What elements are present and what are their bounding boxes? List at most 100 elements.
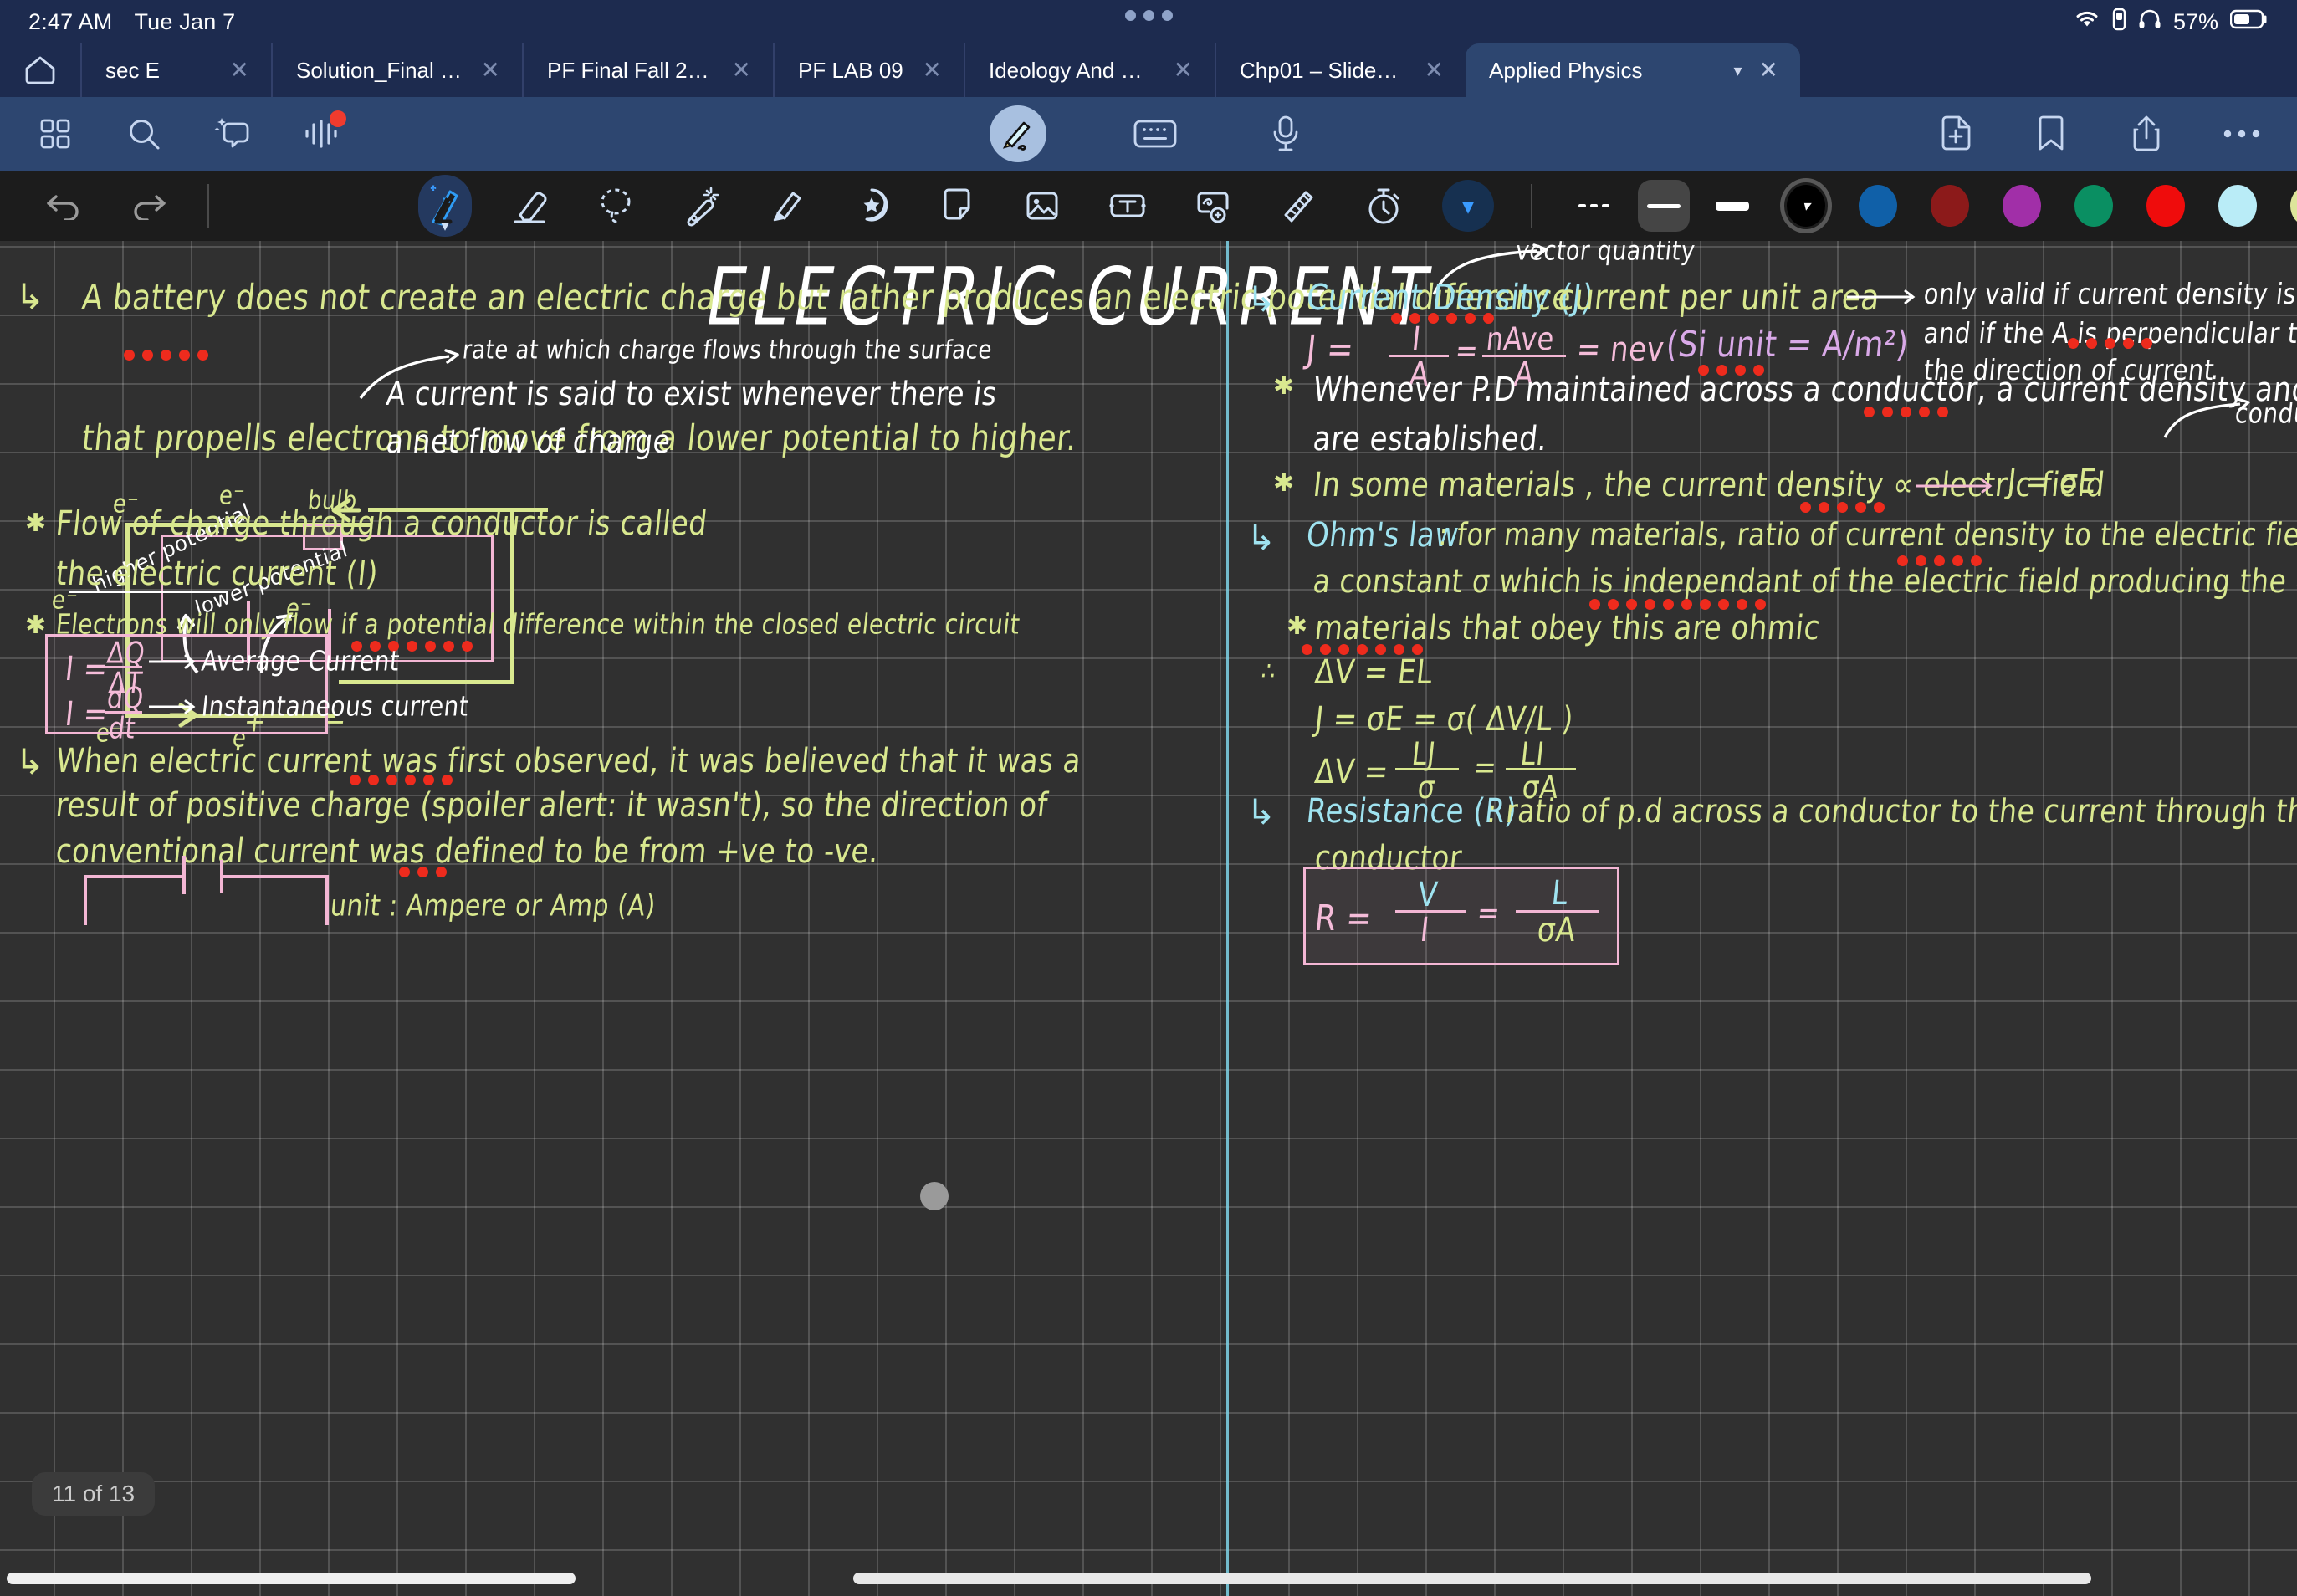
text-tool[interactable] bbox=[1101, 179, 1154, 233]
highlighter-tool[interactable] bbox=[760, 179, 813, 233]
eq-J-equals-1: = bbox=[1454, 332, 1481, 370]
tab-label: Applied Physics bbox=[1489, 58, 1720, 84]
annotation-conductivity: conductivity bbox=[2233, 397, 2297, 430]
more-icon[interactable] bbox=[2220, 112, 2264, 156]
bluetooth-icon: ᛭ bbox=[428, 180, 438, 199]
redo-icon[interactable] bbox=[122, 179, 176, 233]
color-swatch-black[interactable]: ▾ bbox=[1780, 180, 1832, 232]
formula-2-arrow bbox=[149, 698, 201, 716]
search-icon[interactable] bbox=[122, 112, 166, 156]
microphone-icon[interactable] bbox=[1264, 112, 1307, 156]
arrow-hook-icon: ↳ bbox=[15, 276, 44, 317]
tab-5[interactable]: Chp01 – Slides Ms.Ra… ✕ bbox=[1215, 43, 1466, 97]
tab-label: Ideology And Constit… bbox=[989, 58, 1157, 84]
red-dots-perp bbox=[2068, 338, 2152, 349]
tab-6-active[interactable]: Applied Physics ▾ ✕ bbox=[1466, 43, 1800, 97]
pen-icon[interactable] bbox=[990, 105, 1046, 162]
ruler-tool[interactable] bbox=[1271, 179, 1325, 233]
eraser-tool[interactable] bbox=[504, 179, 557, 233]
right-line-3-tail: J = σE bbox=[2006, 462, 2099, 501]
close-icon[interactable]: ✕ bbox=[732, 59, 751, 82]
eq-dv2-lhs: ΔV = bbox=[1313, 752, 1391, 791]
home-button[interactable] bbox=[0, 43, 80, 97]
color-swatch-purple[interactable] bbox=[1996, 180, 2048, 232]
eq-R-f1-num: V bbox=[1416, 875, 1440, 914]
color-swatch-dark-red[interactable] bbox=[1924, 180, 1976, 232]
status-bar: 2:47 AM Tue Jan 7 57% bbox=[0, 0, 2297, 43]
tab-3[interactable]: PF LAB 09 ✕ bbox=[773, 43, 964, 97]
close-icon[interactable]: ✕ bbox=[481, 59, 500, 82]
right-line-2b: are established. bbox=[1312, 419, 1550, 458]
thin-weight[interactable] bbox=[1638, 180, 1690, 232]
bottom-circuit-seg-2 bbox=[84, 875, 87, 925]
tab-bar: sec E ✕ Solution_Final Exam… ✕ PF Final … bbox=[0, 43, 2297, 97]
color-swatch-blue[interactable] bbox=[1852, 180, 1904, 232]
audio-waveform-icon[interactable] bbox=[299, 112, 343, 156]
lasso-tool[interactable] bbox=[589, 179, 642, 233]
bookmark-icon[interactable] bbox=[2029, 112, 2073, 156]
chevron-down-icon[interactable]: ▾ bbox=[1733, 60, 1742, 81]
underline-electric-current bbox=[69, 591, 228, 593]
color-swatch-red[interactable] bbox=[2140, 180, 2192, 232]
formula-1-lhs: I = bbox=[64, 649, 110, 688]
sticky-note-tool[interactable] bbox=[930, 179, 984, 233]
ai-sparkle-chat-icon[interactable] bbox=[211, 112, 254, 156]
element-search-tool[interactable] bbox=[1186, 179, 1240, 233]
bottom-circuit-seg-1 bbox=[84, 875, 184, 878]
eq-delta-v: ΔV = EL bbox=[1313, 652, 1435, 692]
red-dots-3 bbox=[350, 775, 453, 785]
close-icon[interactable]: ✕ bbox=[923, 59, 942, 82]
dashed-weight[interactable] bbox=[1569, 180, 1621, 232]
arrow-right-1 bbox=[1847, 288, 1922, 306]
current-density-def: : current per unit area bbox=[1535, 278, 1881, 318]
horizontal-scrollbar-left[interactable] bbox=[7, 1573, 576, 1584]
thick-weight[interactable] bbox=[1706, 180, 1758, 232]
eq-R-equals: = bbox=[1476, 894, 1502, 932]
grid-icon[interactable] bbox=[33, 112, 77, 156]
formula-2-label: Instantaneous current bbox=[200, 690, 471, 723]
bullet-star-2: ✱ bbox=[25, 611, 46, 640]
app-toolbar bbox=[0, 97, 2297, 171]
close-icon[interactable]: ✕ bbox=[1425, 59, 1444, 82]
close-icon[interactable]: ✕ bbox=[230, 59, 249, 82]
add-page-icon[interactable] bbox=[1934, 112, 1977, 156]
current-density-tail: only valid if current density is uniform bbox=[1922, 277, 2297, 310]
wifi-icon bbox=[2074, 9, 2100, 35]
sticker-tool[interactable] bbox=[845, 179, 898, 233]
left-line-9: result of positive charge (spoiler alert… bbox=[54, 785, 1050, 825]
timer-tool[interactable] bbox=[1357, 179, 1410, 233]
battery-icon bbox=[2230, 9, 2269, 35]
tab-1[interactable]: Solution_Final Exam… ✕ bbox=[271, 43, 522, 97]
resistance-def: : ratio of p.d across a conductor to the… bbox=[1486, 791, 2297, 830]
arrow-hook-cyan-3: ↳ bbox=[1246, 791, 1276, 832]
tab-2[interactable]: PF Final Fall 2023 (1) ✕ bbox=[522, 43, 773, 97]
magic-pen-tool[interactable] bbox=[674, 179, 728, 233]
chevron-down-expand-icon[interactable]: ▾ bbox=[1442, 180, 1494, 232]
formula-1-arrow bbox=[149, 652, 201, 671]
battery-percent: 57% bbox=[2173, 9, 2218, 35]
color-swatch-light-cyan[interactable] bbox=[2212, 180, 2264, 232]
color-swatch-green[interactable] bbox=[2068, 180, 2120, 232]
bullet-star-r1: ✱ bbox=[1273, 371, 1294, 401]
close-icon[interactable]: ✕ bbox=[1174, 59, 1193, 82]
tab-4[interactable]: Ideology And Constit… ✕ bbox=[964, 43, 1215, 97]
horizontal-scrollbar[interactable] bbox=[853, 1573, 2091, 1584]
image-tool[interactable] bbox=[1015, 179, 1069, 233]
color-swatch-yellow-green[interactable] bbox=[2284, 180, 2297, 232]
pen-tool[interactable]: ᛭ ▾ bbox=[418, 175, 472, 237]
tab-0[interactable]: sec E ✕ bbox=[80, 43, 271, 97]
red-dots-J bbox=[1391, 313, 1494, 324]
eq-J-rhs: = nev bbox=[1575, 330, 1666, 369]
red-dots-5 bbox=[1864, 407, 1948, 417]
bullet-star-1: ✱ bbox=[25, 509, 46, 538]
undo-icon[interactable] bbox=[37, 179, 90, 233]
formula-2-lhs: I = bbox=[64, 694, 110, 734]
arrow-right-2 bbox=[1916, 477, 1999, 495]
tab-label: PF LAB 09 bbox=[798, 58, 906, 84]
close-icon[interactable]: ✕ bbox=[1759, 59, 1778, 82]
share-icon[interactable] bbox=[2125, 112, 2168, 156]
note-canvas[interactable]: ELECTRIC CURRENT ↳ A battery does not cr… bbox=[0, 241, 2297, 1596]
eq-J-f2-num: nAve bbox=[1485, 320, 1557, 358]
chevron-down-icon[interactable]: ▾ bbox=[418, 217, 472, 235]
keyboard-icon[interactable] bbox=[1133, 112, 1177, 156]
